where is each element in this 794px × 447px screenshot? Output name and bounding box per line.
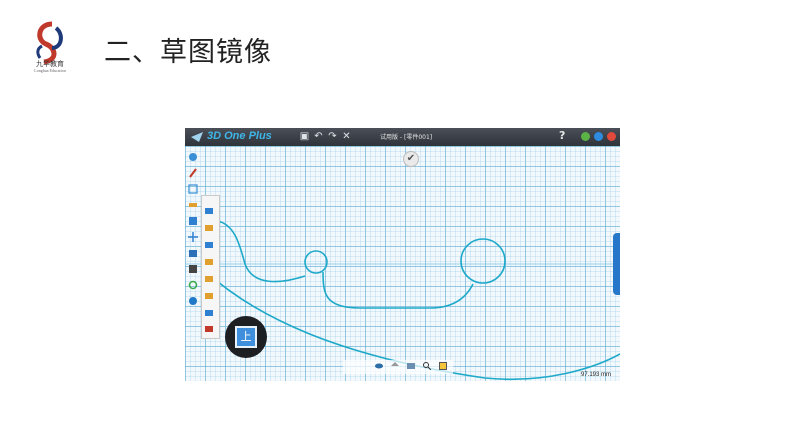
cut-icon[interactable]: ✕: [340, 130, 353, 143]
minimize-button[interactable]: [581, 132, 590, 141]
page-title: 二、草图镜像: [104, 37, 272, 68]
flyout-tool-icon[interactable]: [204, 308, 214, 318]
sketch-icon[interactable]: [188, 184, 198, 194]
flyout-tool-icon[interactable]: [204, 274, 214, 284]
confirm-check-icon[interactable]: ✔: [403, 151, 419, 167]
move-icon[interactable]: [188, 232, 198, 242]
logo-subtext: Longhua Education: [34, 68, 66, 73]
view-top-button[interactable]: 上: [235, 326, 257, 348]
document-title: 试用版 - [零件001]: [380, 134, 433, 141]
render-icon[interactable]: [188, 296, 198, 306]
maximize-button[interactable]: [594, 132, 603, 141]
undo-icon[interactable]: ↶: [312, 130, 325, 143]
app-logo-icon: [191, 132, 203, 142]
fit-view-icon[interactable]: [439, 362, 447, 370]
help-icon[interactable]: ?: [559, 129, 565, 142]
flyout-tool-icon[interactable]: [204, 257, 214, 267]
measure-readout: 97.193 mm: [581, 372, 612, 378]
edit-icon[interactable]: [188, 200, 198, 210]
mirror-tool-icon[interactable]: [204, 223, 214, 233]
logo-text: 九华教育: [36, 60, 64, 68]
sketch-curve-bottom: [322, 271, 474, 309]
combine-icon[interactable]: [188, 248, 198, 258]
save-icon[interactable]: ▣: [298, 130, 311, 143]
measure-icon[interactable]: [188, 264, 198, 274]
flyout-tool-icon[interactable]: [204, 240, 214, 250]
flyout-tool-icon[interactable]: [204, 324, 214, 334]
app-name: 3D One Plus: [207, 130, 272, 142]
app-window: 3D One Plus ▣ ↶ ↷ ✕ 试用版 - [零件001] ? 上 ✔ …: [185, 128, 620, 381]
solid-icon[interactable]: [188, 216, 198, 226]
large-circle: [460, 238, 506, 284]
flyout-tool-icon[interactable]: [204, 291, 214, 301]
brush-icon[interactable]: [188, 168, 198, 178]
zoom-icon[interactable]: [423, 362, 431, 370]
refresh-icon[interactable]: [188, 280, 198, 290]
redo-icon[interactable]: ↷: [326, 130, 339, 143]
title-bar: 3D One Plus ▣ ↶ ↷ ✕ 试用版 - [零件001] ?: [185, 128, 620, 146]
display-mode-icon[interactable]: [407, 362, 415, 370]
eye-icon[interactable]: [375, 362, 383, 370]
right-panel-tab[interactable]: [613, 233, 620, 295]
close-button[interactable]: [607, 132, 616, 141]
sketch-curve-left: [216, 220, 306, 283]
flyout-tool-icon[interactable]: [204, 206, 214, 216]
shape-icon[interactable]: [188, 152, 198, 162]
left-toolbar: [185, 146, 201, 316]
small-circle: [304, 250, 328, 274]
home-view-icon[interactable]: [391, 362, 399, 370]
